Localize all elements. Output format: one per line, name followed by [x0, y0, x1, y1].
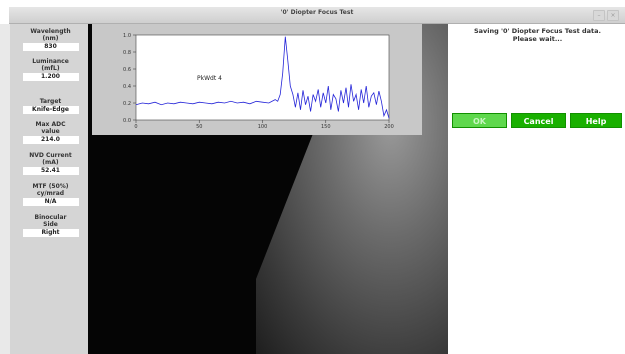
plot-area [135, 34, 390, 121]
param-wavelength: Wavelength (nm) 830 [14, 28, 87, 51]
param-label: Max ADC [35, 121, 66, 128]
param-label-unit: value [41, 128, 60, 135]
param-value: 1.200 [22, 73, 79, 81]
y-tick-label: 0.6 [123, 67, 131, 73]
y-tick-label: 1.0 [123, 33, 131, 39]
status-message-line-1: Saving '0' Diopter Focus Test data. [473, 27, 602, 35]
parameters-panel: Wavelength (nm) 830 Luminance (mfL) 1.20… [0, 24, 88, 354]
y-tick-label: 0.0 [123, 118, 131, 124]
param-value: N/A [22, 198, 79, 206]
param-label: Luminance [32, 58, 69, 65]
window-titlebar[interactable]: '0' Diopter Focus Test – × [9, 7, 625, 24]
param-label: MTF (50%) [32, 183, 69, 190]
param-label: NVD Current [29, 152, 72, 159]
x-axis: 0 50 100 150 200 [134, 120, 394, 130]
param-label-unit: (mfL) [41, 65, 60, 72]
param-luminance: Luminance (mfL) 1.200 [14, 58, 87, 81]
param-target: Target Knife-Edge [14, 98, 87, 114]
param-label: Target [39, 98, 62, 105]
param-label: Wavelength [30, 28, 71, 35]
x-tick-label: 200 [384, 124, 394, 130]
y-axis: 0.0 0.2 0.4 0.6 0.8 1.0 [123, 33, 136, 124]
status-message-line-2: Please wait... [512, 35, 563, 43]
minimize-button[interactable]: – [593, 10, 605, 21]
param-label-unit: cy/mrad [36, 190, 65, 197]
y-tick-label: 0.8 [123, 50, 131, 56]
param-label-unit: (nm) [42, 35, 59, 42]
param-binocular-side: Binocular Side Right [14, 214, 87, 237]
help-button[interactable]: Help [570, 113, 622, 128]
window-title: '0' Diopter Focus Test [280, 9, 354, 16]
ok-button[interactable]: OK [452, 113, 507, 128]
y-tick-label: 0.2 [123, 101, 131, 107]
param-label-unit: (mA) [42, 159, 59, 166]
close-button[interactable]: × [607, 10, 619, 21]
param-nvd-current: NVD Current (mA) 52.41 [14, 152, 87, 175]
x-tick-label: 50 [196, 124, 202, 130]
y-tick-label: 0.4 [123, 84, 131, 90]
param-mtf: MTF (50%) cy/mrad N/A [14, 183, 87, 206]
param-value: Right [22, 229, 79, 237]
param-value: 214.0 [22, 136, 79, 144]
x-tick-label: 0 [134, 124, 137, 130]
plot-svg: 0.0 0.2 0.4 0.6 0.8 1.0 0 50 100 150 200 PkWdt 4 [123, 33, 394, 130]
window-controls: – × [593, 10, 619, 21]
status-panel: Saving '0' Diopter Focus Test data. Plea… [450, 24, 625, 354]
x-tick-label: 150 [321, 124, 331, 130]
plot-annotation: PkWdt 4 [197, 75, 222, 82]
param-value: 52.41 [22, 167, 79, 175]
param-max-adc: Max ADC value 214.0 [14, 121, 87, 144]
param-value: Knife-Edge [22, 106, 79, 114]
param-value: 830 [22, 43, 79, 51]
param-label-unit: Side [43, 221, 58, 228]
param-label: Binocular [34, 214, 67, 221]
line-profile-plot: 0.0 0.2 0.4 0.6 0.8 1.0 0 50 100 150 200 PkWdt 4 [92, 24, 422, 135]
x-tick-label: 100 [258, 124, 268, 130]
cancel-button[interactable]: Cancel [511, 113, 566, 128]
